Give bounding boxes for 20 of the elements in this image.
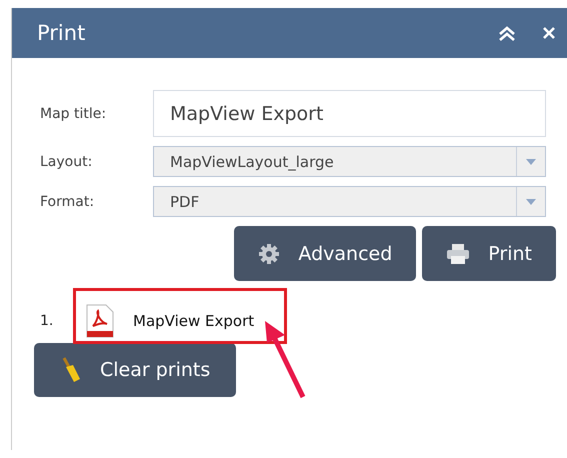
close-icon[interactable] (542, 26, 556, 40)
window-title: Print (37, 21, 86, 45)
print-button[interactable]: Print (422, 226, 556, 281)
field-label: Format: (40, 194, 96, 210)
collapse-icon[interactable] (498, 25, 516, 41)
caret-icon (526, 158, 536, 164)
dropdown[interactable]: MapViewLayout_large (153, 146, 546, 177)
caret-icon (526, 198, 536, 204)
input-field[interactable]: MapView Export (153, 90, 546, 137)
broom-icon (60, 357, 82, 383)
dropdown[interactable]: PDF (153, 186, 546, 217)
gear-icon (258, 242, 280, 264)
printer-icon (446, 242, 470, 264)
field-label: Map title: (40, 106, 108, 122)
advanced-button[interactable]: Advanced (234, 226, 416, 281)
pdf-file-icon[interactable] (85, 304, 115, 338)
list-number: 1. (40, 313, 54, 329)
print-link[interactable]: MapView Export (133, 312, 254, 330)
clear-prints-button[interactable]: Clear prints (34, 343, 236, 397)
field-label: Layout: (40, 154, 94, 170)
